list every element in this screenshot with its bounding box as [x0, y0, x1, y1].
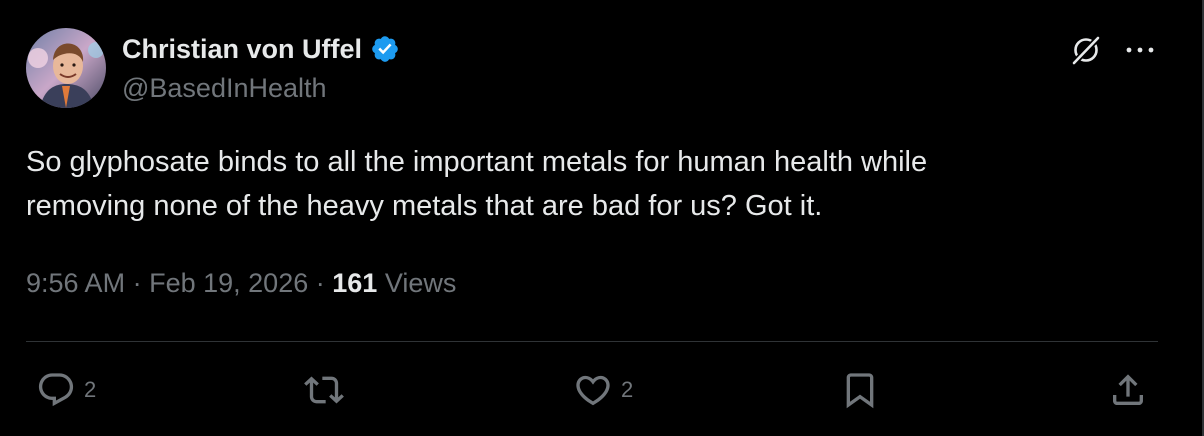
- author-name-row: Christian von Uffel: [122, 31, 400, 67]
- reply-count: 2: [84, 377, 97, 402]
- reply-icon: [38, 373, 74, 407]
- verified-badge-icon[interactable]: [370, 34, 400, 64]
- share-button[interactable]: [1108, 370, 1148, 410]
- author-display-name[interactable]: Christian von Uffel: [122, 34, 362, 65]
- meta-separator: ·: [315, 268, 325, 298]
- avatar-image: [26, 28, 106, 108]
- bookmark-icon: [846, 373, 874, 409]
- bookmark-button[interactable]: [840, 370, 880, 410]
- retweet-icon: [304, 376, 344, 404]
- more-options-button[interactable]: [1120, 30, 1160, 70]
- reply-button[interactable]: 2: [36, 370, 96, 410]
- views-label: Views: [384, 268, 457, 298]
- tweet-time[interactable]: 9:56 AM: [26, 268, 125, 298]
- grok-icon: [1070, 34, 1102, 67]
- retweet-button[interactable]: [304, 370, 352, 410]
- grok-button[interactable]: [1066, 30, 1106, 70]
- like-count: 2: [621, 377, 634, 402]
- more-icon: [1126, 47, 1154, 53]
- author-avatar[interactable]: [26, 28, 106, 108]
- tweet-text: So glyphosate binds to all the important…: [26, 146, 928, 222]
- actions-divider: [26, 341, 1158, 342]
- like-button[interactable]: 2: [573, 370, 633, 410]
- views-count[interactable]: 161: [332, 268, 377, 298]
- meta-separator: ·: [132, 268, 142, 298]
- tweet-metadata: 9:56 AM · Feb 19, 2026 · 161 Views: [26, 268, 456, 299]
- author-handle[interactable]: @BasedInHealth: [122, 73, 327, 104]
- tweet-date[interactable]: Feb 19, 2026: [149, 268, 308, 298]
- share-icon: [1113, 374, 1143, 405]
- heart-icon: [576, 375, 610, 406]
